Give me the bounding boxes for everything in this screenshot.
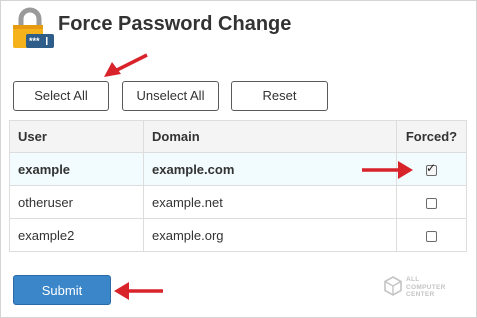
cube-logo-icon <box>384 276 402 296</box>
user-cell: example <box>9 152 144 186</box>
domain-cell: example.org <box>143 218 397 252</box>
table-row[interactable]: example2 example.org <box>9 218 467 252</box>
table-row[interactable]: example example.com ✓ <box>9 152 467 186</box>
reset-button[interactable]: Reset <box>231 81 328 111</box>
table-row[interactable]: otheruser example.net <box>9 185 467 219</box>
checkmark-icon: ✓ <box>426 160 437 175</box>
users-table: User Domain Forced? example example.com … <box>9 120 467 252</box>
unselect-all-button[interactable]: Unselect All <box>122 81 219 111</box>
watermark-text: ALL COMPUTER CENTER <box>406 276 446 298</box>
table-header-row: User Domain Forced? <box>9 120 467 153</box>
forced-cell <box>396 218 467 252</box>
column-header-forced: Forced? <box>396 120 467 153</box>
forced-checkbox[interactable] <box>426 230 437 242</box>
column-header-domain: Domain <box>143 120 397 153</box>
domain-cell: example.com <box>143 152 397 186</box>
submit-button[interactable]: Submit <box>13 275 111 305</box>
forced-cell <box>396 185 467 219</box>
user-cell: otheruser <box>9 185 144 219</box>
user-cell: example2 <box>9 218 144 252</box>
forced-checkbox[interactable]: ✓ <box>426 161 437 176</box>
lock-password-icon: *** <box>13 7 54 48</box>
select-all-button[interactable]: Select All <box>13 81 109 111</box>
watermark-logo: ALL COMPUTER CENTER <box>384 276 454 300</box>
svg-text:***: *** <box>29 36 40 46</box>
page-title: Force Password Change <box>58 13 292 35</box>
domain-cell: example.net <box>143 185 397 219</box>
column-header-user: User <box>9 120 144 153</box>
forced-checkbox[interactable] <box>426 197 437 209</box>
forced-cell: ✓ <box>396 152 467 186</box>
